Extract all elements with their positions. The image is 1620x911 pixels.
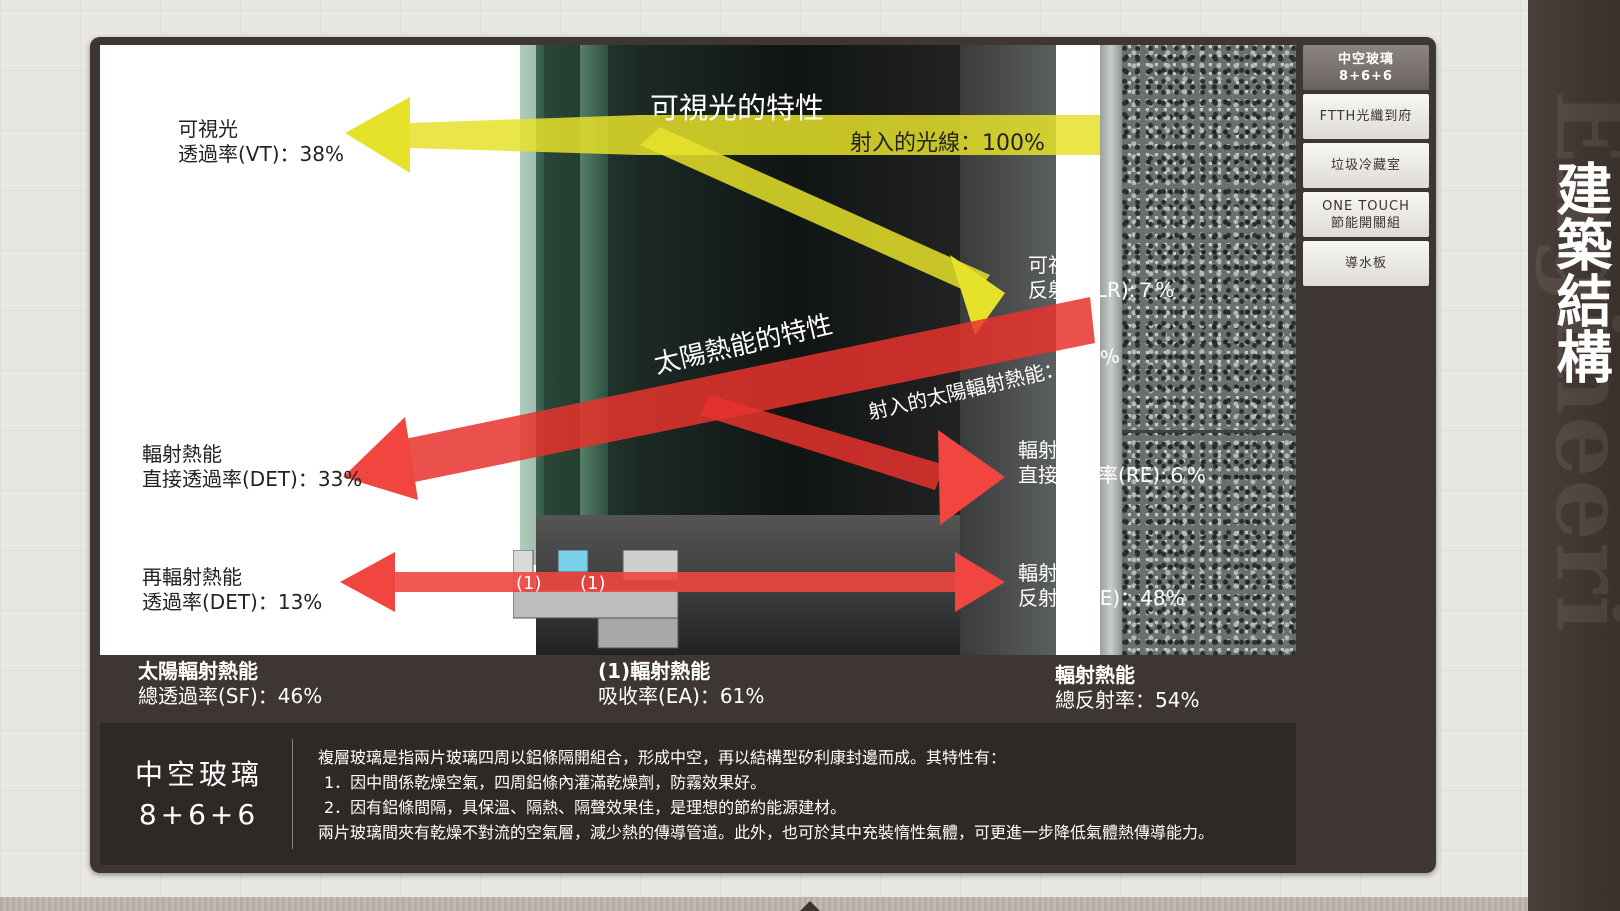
section-side-panel: Engineeri 建築結構 (1528, 0, 1620, 911)
red-reradiate-band (390, 572, 960, 592)
menu-item-label: ONE TOUCH (1322, 198, 1410, 214)
menu-item-label: 導水板 (1344, 256, 1387, 271)
menu-item-sublabel: 8+6+6 (1339, 68, 1393, 84)
summary-ea-line1: (1)輻射熱能 (598, 659, 711, 683)
summary-total-reflect: 輻射熱能 總反射率：54% (1055, 663, 1199, 713)
reradiate-label-line1: 再輻射熱能 (142, 565, 242, 589)
re-direct-label-line2: 直接反射率(RE):６% (1018, 463, 1206, 487)
re-label: 輻射熱能 反射率(RE)：48% (1018, 561, 1185, 611)
description-title-line2: 8+6+6 (138, 798, 260, 831)
absorption-mark-1: (1) (516, 573, 542, 594)
description-title-line1: 中空玻璃 (134, 758, 263, 791)
menu-item-sublabel: 節能開關組 (1330, 215, 1401, 231)
menu-item-label: FTTH光纖到府 (1319, 109, 1413, 124)
description-intro: 複層玻璃是指兩片玻璃四周以鋁條隔開組合，形成中空，再以結構型矽利康封邊而成。其特… (318, 748, 1007, 767)
absorption-mark-2: (1) (580, 573, 606, 594)
summary-bar: 太陽輻射熱能 總透過率(SF)：46% (1)輻射熱能 吸收率(EA)：61% … (100, 655, 1296, 713)
visible-light-title: 可視光的特性 (650, 91, 825, 125)
reradiate-label: 再輻射熱能 透過率(DET)：13% (142, 565, 322, 615)
re-label-line2: 反射率(RE)：48% (1018, 586, 1185, 610)
red-re-direct-arrowhead (938, 430, 1005, 525)
menu-item-one-touch[interactable]: ONE TOUCH 節能開關組 (1303, 192, 1429, 237)
menu-item-garbage-cold-room[interactable]: 垃圾冷藏室 (1303, 143, 1429, 188)
menu-item-insulated-glass[interactable]: 中空玻璃 8+6+6 (1303, 45, 1429, 90)
summary-ea-line2: 吸收率(EA)：61% (598, 684, 765, 708)
menu-item-ftth[interactable]: FTTH光纖到府 (1303, 94, 1429, 139)
yellow-transmitted-band (410, 115, 640, 155)
summary-tr-line2: 總反射率：54% (1055, 688, 1200, 712)
vt-label-line2: 透過率(VT)：38% (178, 142, 344, 166)
description-closing: 兩片玻璃間夾有乾燥不對流的空氣層，減少熱的傳導管道。此外，也可於其中充裝惰性氣體… (318, 823, 1215, 842)
summary-sf-line1: 太陽輻射熱能 (138, 659, 258, 683)
summary-ea: (1)輻射熱能 吸收率(EA)：61% (598, 659, 764, 709)
summary-sf: 太陽輻射熱能 總透過率(SF)：46% (138, 659, 322, 709)
vt-label: 可視光 透過率(VT)：38% (178, 117, 344, 167)
yellow-vt-arrowhead (345, 97, 410, 173)
re-direct-label-line1: 輻射熱能 (1018, 438, 1098, 462)
insulated-glass-diagram: 可視光的特性 射入的光線：100% 可視光 透過率(VT)：38% 可視光 反射… (100, 45, 1296, 655)
bottom-film-strip (0, 897, 1528, 911)
scroll-up-icon[interactable] (800, 901, 820, 911)
vt-label-line1: 可視光 (178, 117, 238, 141)
description-title: 中空玻璃 8+6+6 (134, 755, 264, 835)
red-re-arrowhead (955, 552, 1005, 612)
menu-item-label: 垃圾冷藏室 (1330, 158, 1401, 173)
menu-item-drain-board[interactable]: 導水板 (1303, 241, 1429, 286)
description-point-1: 1．因中間係乾燥空氣，四周鋁條內灌滿乾燥劑，防霧效果好。 (324, 773, 767, 792)
det-label-line1: 輻射熱能 (142, 442, 222, 466)
lr-label-line2: 反射率(LR):７% (1028, 278, 1175, 302)
det-label-line2: 直接透過率(DET)：33% (142, 467, 363, 491)
lr-label-line1: 可視光 (1028, 253, 1088, 277)
description-box: 中空玻璃 8+6+6 複層玻璃是指兩片玻璃四周以鋁條隔開組合，形成中空，再以結構… (100, 723, 1296, 865)
re-direct-label: 輻射熱能 直接反射率(RE):６% (1018, 438, 1206, 488)
red-reradiate-arrowhead (340, 552, 395, 612)
description-point-2: 2．因有鋁條間隔，具保溫、隔熱、隔聲效果佳，是理想的節約能源建材。 (324, 798, 847, 817)
re-label-line1: 輻射熱能 (1018, 561, 1098, 585)
summary-tr-line1: 輻射熱能 (1055, 663, 1135, 687)
reradiate-label-line2: 透過率(DET)：13% (142, 590, 323, 614)
lr-label: 可視光 反射率(LR):７% (1028, 253, 1174, 303)
section-title: 建築結構 (1547, 160, 1613, 384)
topic-menu: 中空玻璃 8+6+6 FTTH光纖到府 垃圾冷藏室 ONE TOUCH 節能開關… (1303, 45, 1429, 290)
description-text: 複層玻璃是指兩片玻璃四周以鋁條隔開組合，形成中空，再以結構型矽利康封邊而成。其特… (318, 745, 1214, 845)
description-divider (292, 739, 293, 849)
incident-light-label: 射入的光線：100% (850, 131, 1045, 156)
summary-sf-line2: 總透過率(SF)：46% (138, 684, 323, 708)
menu-item-label: 中空玻璃 (1337, 51, 1394, 67)
det-label: 輻射熱能 直接透過率(DET)：33% (142, 442, 362, 492)
